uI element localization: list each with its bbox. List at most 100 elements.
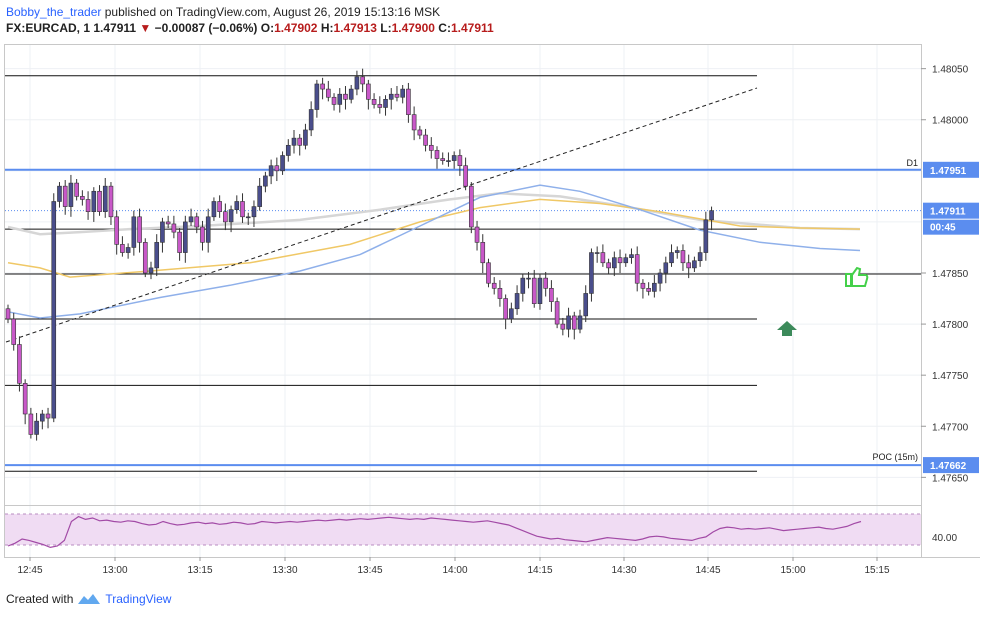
candle-body [428,144,434,151]
candle-body [526,277,531,280]
candle-body [571,315,577,330]
candle-body [108,185,114,218]
trend-line[interactable] [5,87,758,343]
candle-body [274,165,280,172]
time-tick-label: 14:15 [527,565,552,576]
candle-body [406,88,411,115]
candle-body [652,282,657,292]
candle-body [486,262,491,284]
candle-body [205,216,211,243]
candle-body [640,282,646,289]
candle-body [394,93,400,98]
candle-body [171,223,177,233]
candle-body [388,93,394,100]
candle-body [371,99,377,105]
candle-body [11,318,17,345]
candle-body [537,277,543,304]
candle-body [337,93,343,105]
candle-body [360,76,365,85]
candle-body [503,298,508,320]
candle-body [45,413,51,419]
candle-body [692,260,697,269]
candle-body [703,219,709,253]
time-tick-label: 12:45 [17,565,42,576]
tradingview-logo-icon [78,594,101,604]
candle-body [314,83,320,110]
candle-body [125,247,131,253]
candle-body [291,137,297,146]
time-axis[interactable]: 12:45 13:00 13:15 13:30 13:45 14:00 14:15 14:30… [17,557,890,576]
candle-body [629,254,634,258]
candle-body [657,272,663,284]
candle-body [423,134,428,146]
candle-body [160,221,165,243]
candle-body [680,250,686,264]
candle-body [497,288,503,299]
candle-body [663,262,669,274]
candle-body [320,83,325,90]
candle-body [469,185,474,228]
candle-body [137,216,142,243]
time-tick-label: 15:00 [780,565,805,576]
candle-body [34,420,39,435]
candle-body [97,190,102,212]
candle-body [131,216,137,248]
candle-body [566,315,571,330]
candle-body [80,196,85,200]
rsi-panel [5,513,921,549]
candle-body [285,144,291,156]
candle-body [297,137,303,146]
current-price-tag: 1.47911 [930,207,966,218]
candle-body [211,201,217,218]
candle-body [531,277,537,304]
candle-body [263,175,268,187]
candle-body [142,242,148,274]
created-with-text: Created with [6,592,74,606]
candle-body [148,267,154,274]
candle-body [509,308,514,320]
candle-body [617,257,623,264]
candle-body [451,155,457,161]
candle-body [183,221,188,253]
time-tick-label: 13:00 [102,565,127,576]
ma-blue-line [7,184,861,319]
time-tick-label: 13:15 [187,565,212,576]
d1-label: D1 [906,158,918,168]
candle-body [434,150,440,159]
tradingview-brand[interactable]: TradingView [105,592,171,606]
candle-body [463,165,468,187]
candle-body [520,277,526,294]
poc-price-tag: 1.47662 [930,461,967,472]
candle-body [612,257,617,269]
price-chart[interactable]: 1.48050 1.48000 1.47850 1.47800 1.47750 1.477… [0,0,988,590]
candle-body [440,158,446,161]
candle-body [674,250,680,253]
candle-body [303,129,308,146]
candle-body [348,88,354,100]
price-tick-label: 1.47750 [932,371,969,382]
candle-body [366,83,371,100]
candle-body [57,185,62,202]
candle-body [62,185,68,207]
candle-body [240,201,245,218]
candle-body [91,190,97,212]
candle-body [623,257,629,264]
candle-body [165,221,171,225]
candle-body [560,323,566,330]
candle-body [474,226,480,243]
candle-body [669,252,674,264]
candle-body [268,165,274,177]
candle-body [22,383,28,415]
candle-body [709,210,714,221]
price-tick-label: 1.48000 [932,116,969,127]
candle-body [514,293,520,310]
candle-body [308,109,314,131]
candle-body [577,315,583,330]
candle-body [177,231,182,253]
candle-body [377,104,383,108]
candle-body [68,182,74,207]
moving-averages [7,184,861,319]
candle-body [600,252,606,264]
candle-body [154,242,160,269]
price-tick-label: 1.48050 [932,65,969,76]
